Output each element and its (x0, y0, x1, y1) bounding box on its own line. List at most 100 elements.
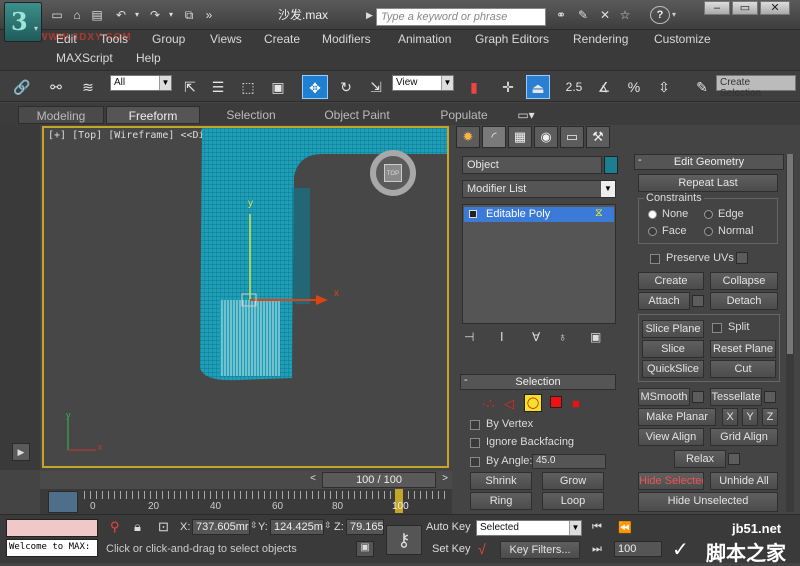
show-end-result-icon[interactable]: Ⅰ (500, 330, 504, 344)
stack-item-editable-poly[interactable]: Editable Poly (464, 207, 614, 222)
modify-tab-icon[interactable]: ◜ (482, 126, 506, 148)
track-bar[interactable]: 0 20 40 60 80 100 (40, 489, 452, 515)
ribbon-options-icon[interactable]: ▭▾ (512, 106, 540, 124)
more-icon[interactable]: » (200, 6, 218, 24)
menu-help[interactable]: Help (136, 51, 161, 65)
edit-geometry-rollout-header[interactable]: Edit Geometry (634, 154, 784, 170)
select-object-icon[interactable]: ⇱ (178, 75, 202, 99)
repeat-last-button[interactable]: Repeat Last (638, 174, 778, 192)
create-button[interactable]: Create (638, 272, 704, 290)
y-spinner-icon[interactable]: ⇳ (324, 520, 332, 531)
hide-selected-button[interactable]: Hide Selected (638, 472, 704, 490)
lightbulb-icon[interactable]: ⧖ (595, 207, 603, 220)
angle-value-field[interactable]: 45.0 (532, 454, 606, 469)
app-logo[interactable]: 3 (4, 2, 42, 42)
cut-button[interactable]: Cut (710, 360, 776, 378)
relax-settings-icon[interactable] (728, 453, 740, 465)
panel-scrollbar[interactable] (786, 154, 794, 512)
edit-named-selection-icon[interactable]: ✎ (690, 75, 714, 99)
redo-dropdown-icon[interactable]: ▾ (162, 6, 180, 24)
grow-button[interactable]: Grow (542, 472, 604, 490)
ring-button[interactable]: Ring (470, 492, 532, 510)
search-input[interactable]: Type a keyword or phrase (376, 8, 546, 26)
key-mode-toggle-icon[interactable]: ⏭ (592, 543, 602, 556)
display-tab-icon[interactable]: ▭ (560, 126, 584, 148)
bind-spacewarp-icon[interactable]: ≋ (76, 75, 100, 99)
scale-icon[interactable]: ⇲ (364, 75, 388, 99)
slice-plane-button[interactable]: Slice Plane (642, 320, 704, 338)
shrink-button[interactable]: Shrink (470, 472, 532, 490)
z-coordinate-field[interactable]: 79.165i (346, 519, 384, 535)
menu-animation[interactable]: Animation (398, 32, 451, 46)
unhide-all-button[interactable]: Unhide All (710, 472, 778, 490)
preserve-uvs-settings-icon[interactable] (736, 252, 748, 264)
named-selection-field[interactable]: Create Selection (716, 75, 796, 99)
subscription-icon[interactable]: ✎ (574, 6, 592, 24)
by-angle-checkbox[interactable] (470, 457, 480, 467)
utilities-tab-icon[interactable]: ⚒ (586, 126, 610, 148)
selection-rollout-header[interactable]: Selection (460, 374, 616, 390)
constraint-none-radio[interactable] (648, 210, 657, 219)
make-planar-x-button[interactable]: X (722, 408, 738, 426)
binoculars-icon[interactable]: ⚭ (552, 6, 570, 24)
menu-maxscript[interactable]: MAXScript (56, 51, 113, 65)
expand-icon[interactable] (469, 210, 477, 218)
selection-filter-dropdown[interactable]: All ▼ (110, 75, 172, 91)
collapse-icon[interactable]: - (638, 154, 642, 166)
maxscript-listener[interactable]: Welcome to MAX: (6, 539, 98, 557)
attach-settings-icon[interactable] (692, 295, 704, 307)
polygon-mode-icon[interactable] (550, 396, 562, 408)
select-manipulate-icon[interactable]: ✛ (496, 75, 520, 99)
menu-edit[interactable]: Edit (56, 32, 77, 46)
by-vertex-checkbox[interactable] (470, 420, 480, 430)
previous-frame-icon[interactable]: ⏪ (618, 521, 632, 534)
menu-views[interactable]: Views (210, 32, 242, 46)
make-planar-z-button[interactable]: Z (762, 408, 778, 426)
make-unique-icon[interactable]: ∀ (532, 330, 540, 344)
spinner-snap-icon[interactable]: ⇳ (652, 75, 676, 99)
time-next-icon[interactable]: > (438, 473, 452, 487)
modifier-list-dropdown[interactable]: Modifier List ▼ (462, 180, 616, 198)
current-frame-field[interactable]: 100 (614, 541, 662, 557)
favorites-star-icon[interactable]: ☆ (616, 6, 634, 24)
maximize-button[interactable]: ▭ (732, 1, 758, 15)
element-mode-icon[interactable]: ■ (572, 396, 580, 411)
keyboard-shortcut-override-icon[interactable]: ⏏ (526, 75, 550, 99)
msmooth-button[interactable]: MSmooth (638, 388, 690, 406)
y-coordinate-field[interactable]: 124.425mr (270, 519, 324, 535)
auto-key-button[interactable]: Auto Key (426, 521, 471, 533)
hide-unselected-button[interactable]: Hide Unselected (638, 492, 778, 512)
isolate-selection-icon[interactable]: ▣ (356, 541, 374, 557)
tab-object-paint[interactable]: Object Paint (312, 106, 402, 124)
loop-button[interactable]: Loop (542, 492, 604, 510)
set-key-icon[interactable]: ⚷ (386, 525, 422, 555)
menu-modifiers[interactable]: Modifiers (322, 32, 371, 46)
rotate-icon[interactable]: ↻ (334, 75, 358, 99)
menu-rendering[interactable]: Rendering (573, 32, 628, 46)
create-tab-icon[interactable]: ✹ (456, 126, 480, 148)
selection-lock-icon[interactable]: ⚲ (110, 519, 120, 535)
go-to-start-icon[interactable]: ⏮ (592, 521, 602, 534)
menu-tools[interactable]: Tools (100, 32, 128, 46)
make-planar-button[interactable]: Make Planar (638, 408, 716, 426)
window-crossing-icon[interactable]: ▣ (266, 75, 290, 99)
app-menu-dropdown-icon[interactable]: ▾ (34, 24, 38, 33)
constraint-edge-radio[interactable] (704, 210, 713, 219)
reference-coord-dropdown[interactable]: View ▼ (392, 75, 454, 91)
constraint-normal-radio[interactable] (704, 227, 713, 236)
new-icon[interactable]: ▭ (48, 6, 66, 24)
split-checkbox[interactable] (712, 323, 722, 333)
view-align-button[interactable]: View Align (638, 428, 704, 446)
close-button[interactable]: ✕ (760, 1, 790, 15)
reset-plane-button[interactable]: Reset Plane (710, 340, 776, 358)
make-planar-y-button[interactable]: Y (742, 408, 758, 426)
play-icon[interactable]: ▶ (12, 443, 30, 461)
attach-button[interactable]: Attach (638, 292, 690, 310)
viewcube-top[interactable]: TOP (384, 164, 402, 182)
border-mode-icon[interactable]: ◯ (524, 394, 542, 412)
hierarchy-tab-icon[interactable]: ▦ (508, 126, 532, 148)
tab-selection[interactable]: Selection (206, 106, 296, 124)
constraint-face-radio[interactable] (648, 227, 657, 236)
link-icon[interactable]: 🔗 (10, 75, 34, 99)
percent-snap-icon[interactable]: % (622, 75, 646, 99)
